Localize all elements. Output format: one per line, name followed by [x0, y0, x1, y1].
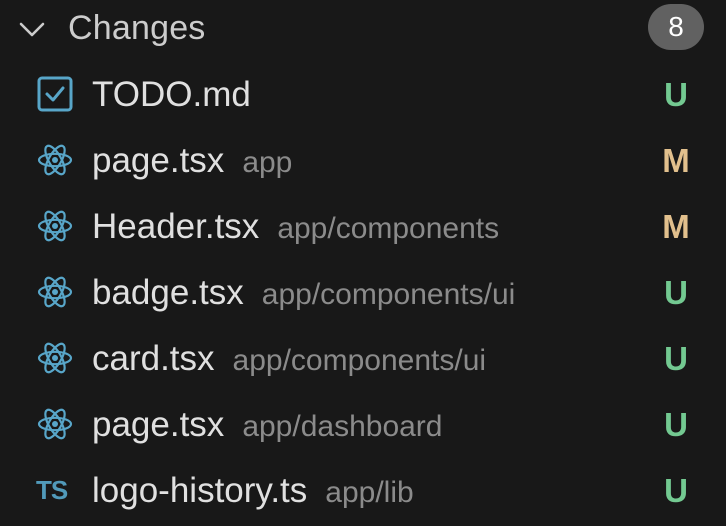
file-row-logo-history[interactable]: TS logo-history.ts app/lib U — [0, 458, 726, 524]
file-directory: app/components/ui — [261, 278, 516, 311]
file-row-page-app[interactable]: page.tsx app M — [0, 128, 726, 194]
file-name: page.tsx app — [92, 141, 293, 180]
file-name: logo-history.ts app/lib — [92, 471, 414, 510]
status-badge: U — [664, 340, 688, 377]
react-icon — [37, 276, 73, 308]
react-icon — [37, 144, 73, 176]
chevron-down-icon[interactable] — [18, 17, 46, 41]
file-directory: app/components/ui — [232, 344, 487, 377]
file-name: badge.tsx app/components/ui — [92, 273, 516, 312]
file-directory: app — [242, 146, 293, 179]
file-row-card[interactable]: card.tsx app/components/ui U — [0, 326, 726, 392]
react-icon — [37, 210, 73, 242]
file-row-page-dashboard[interactable]: page.tsx app/dashboard U — [0, 392, 726, 458]
typescript-icon: TS — [36, 475, 68, 505]
file-row-todo[interactable]: TODO.md U — [0, 62, 726, 128]
status-badge: U — [664, 406, 688, 443]
status-badge: U — [664, 472, 688, 509]
react-icon — [37, 342, 73, 374]
file-name: card.tsx app/components/ui — [92, 339, 487, 378]
file-directory: app/components — [277, 212, 500, 245]
checkbox-icon — [37, 76, 73, 112]
status-badge: M — [662, 142, 690, 179]
changes-section-header[interactable]: Changes 8 — [0, 0, 726, 58]
file-directory: app/lib — [325, 476, 414, 509]
section-title: Changes — [68, 9, 206, 47]
file-name: page.tsx app/dashboard — [92, 405, 443, 444]
file-row-header[interactable]: Header.tsx app/components M — [0, 194, 726, 260]
status-badge: U — [664, 274, 688, 311]
react-icon — [37, 408, 73, 440]
source-control-panel: Changes 8 TODO.md U page.tsx app M Heade… — [0, 0, 726, 526]
status-badge: M — [662, 208, 690, 245]
file-name: Header.tsx app/components — [92, 207, 500, 246]
file-directory: app/dashboard — [242, 410, 443, 443]
changes-count-badge: 8 — [648, 4, 704, 50]
status-badge: U — [664, 76, 688, 113]
file-name: TODO.md — [92, 75, 251, 114]
file-row-badge[interactable]: badge.tsx app/components/ui U — [0, 260, 726, 326]
